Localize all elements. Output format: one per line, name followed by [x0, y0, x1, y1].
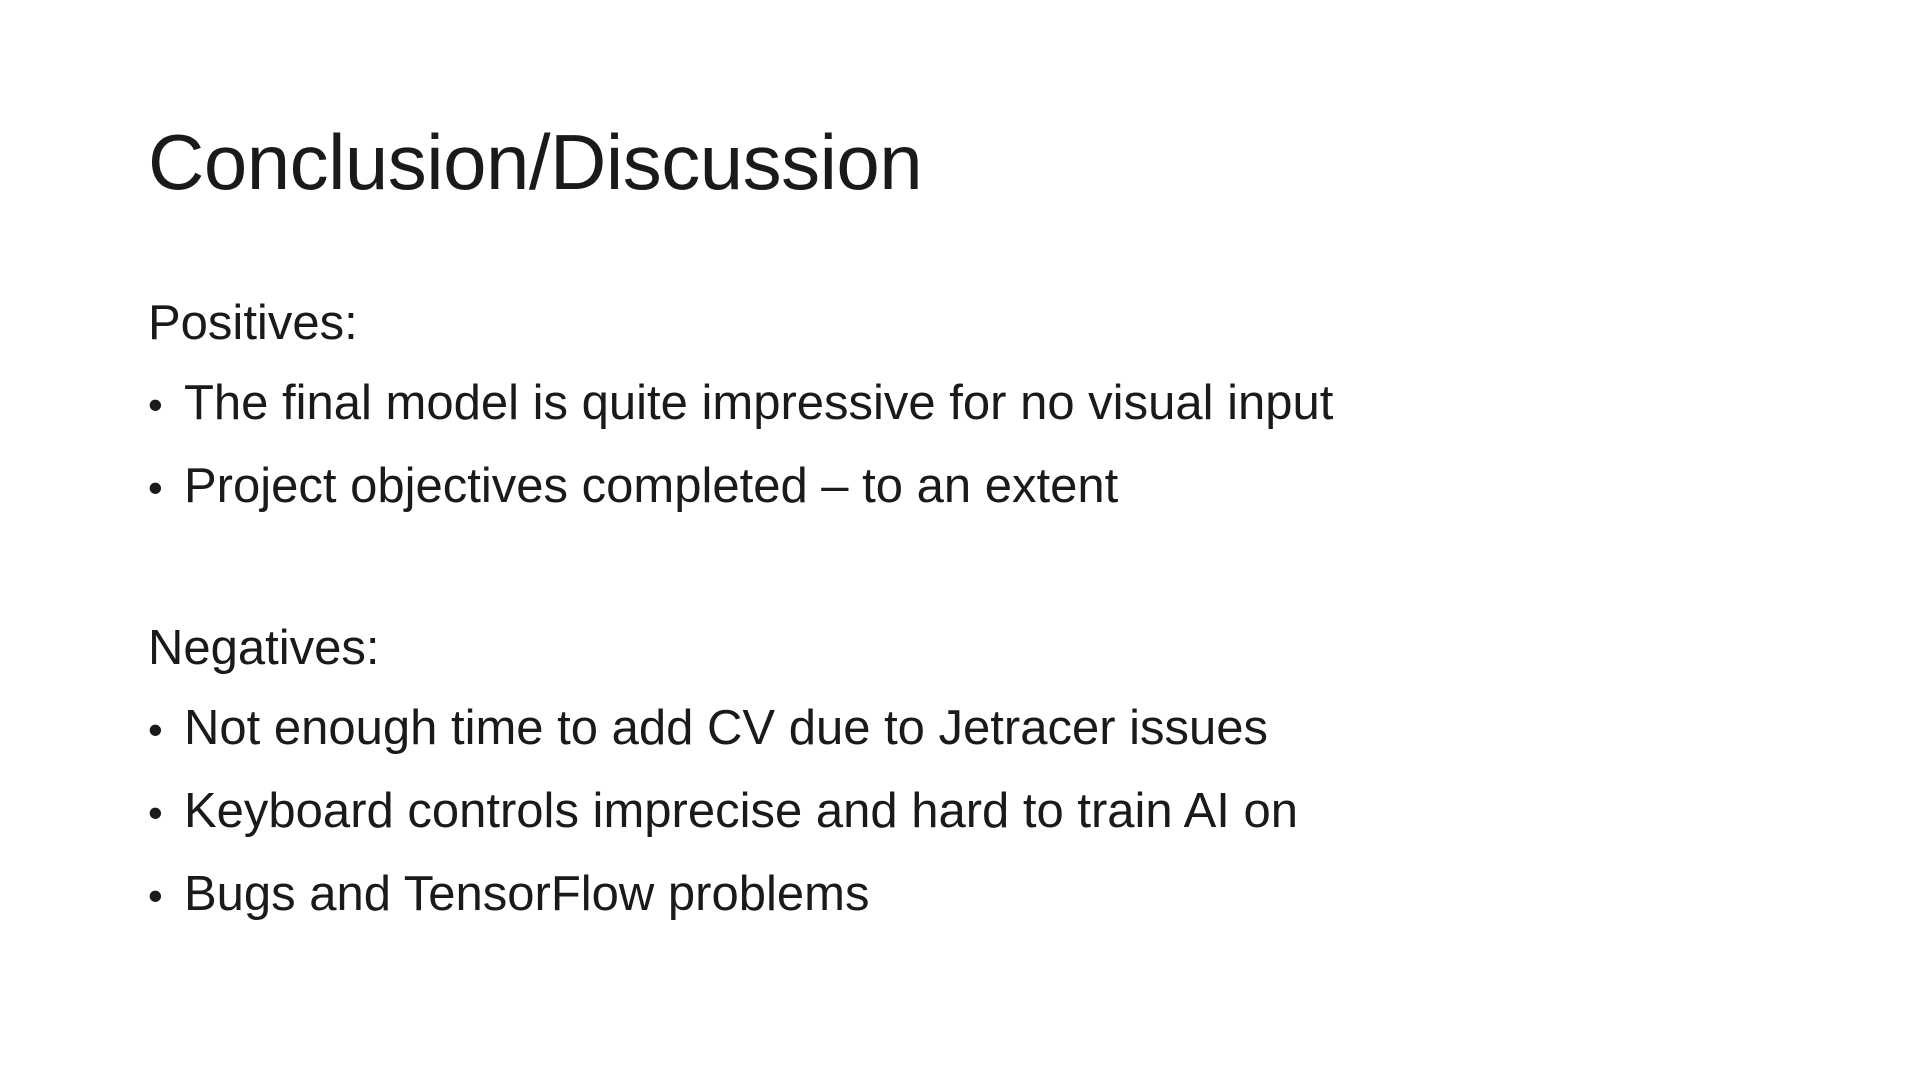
slide-body: Positives: • The final model is quite im…	[148, 293, 1748, 926]
list-item: • Keyboard controls imprecise and hard t…	[148, 781, 1748, 843]
list-item: • Not enough time to add CV due to Jetra…	[148, 698, 1748, 760]
list-item-text: Bugs and TensorFlow problems	[184, 867, 870, 921]
bullet-icon: •	[148, 464, 163, 511]
negatives-list: • Not enough time to add CV due to Jetra…	[148, 698, 1748, 926]
list-item-text: Keyboard controls imprecise and hard to …	[184, 784, 1299, 838]
bullet-icon: •	[148, 789, 163, 836]
slide-title: Conclusion/Discussion	[148, 118, 923, 206]
list-item: • The final model is quite impressive fo…	[148, 373, 1748, 435]
negatives-heading: Negatives:	[148, 621, 380, 675]
slide: Conclusion/Discussion Positives: • The f…	[0, 0, 1920, 1080]
list-item-text: Not enough time to add CV due to Jetrace…	[184, 701, 1269, 755]
list-item: • Project objectives completed – to an e…	[148, 456, 1748, 518]
list-item-text: The final model is quite impressive for …	[184, 376, 1334, 430]
bullet-icon: •	[148, 381, 163, 428]
bullet-icon: •	[148, 872, 163, 919]
list-item: • Bugs and TensorFlow problems	[148, 864, 1748, 926]
bullet-icon: •	[148, 706, 163, 753]
positives-heading: Positives:	[148, 296, 358, 350]
positives-list: • The final model is quite impressive fo…	[148, 373, 1748, 518]
list-item-text: Project objectives completed – to an ext…	[184, 459, 1119, 513]
